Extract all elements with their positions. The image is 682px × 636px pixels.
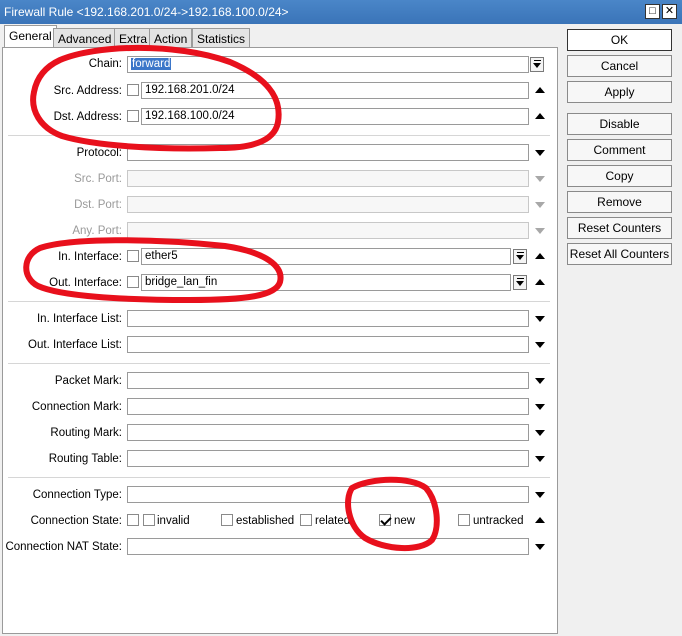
title-bar[interactable]: Firewall Rule <192.168.201.0/24->192.168… xyxy=(0,0,682,24)
state-related-checkbox[interactable] xyxy=(300,514,312,526)
dst-address-negate-checkbox[interactable] xyxy=(127,110,139,122)
comment-button[interactable]: Comment xyxy=(567,139,672,161)
out-interface-negate-checkbox[interactable] xyxy=(127,276,139,288)
connection-type-expand-icon[interactable] xyxy=(535,492,545,498)
tab-general[interactable]: General xyxy=(4,25,57,49)
src-port-expand-icon xyxy=(535,176,545,182)
protocol-field[interactable] xyxy=(127,144,529,161)
protocol-label: Protocol: xyxy=(76,147,122,159)
window-title: Firewall Rule <192.168.201.0/24->192.168… xyxy=(4,5,289,19)
in-interface-label: In. Interface: xyxy=(58,251,122,263)
state-new-label: new xyxy=(394,515,416,527)
dst-address-label: Dst. Address: xyxy=(53,111,122,123)
separator xyxy=(8,363,550,364)
packet-mark-field[interactable] xyxy=(127,372,529,389)
tab-advanced[interactable]: Advanced xyxy=(53,28,117,48)
firewall-rule-window: Firewall Rule <192.168.201.0/24->192.168… xyxy=(0,0,682,636)
state-new-checkbox[interactable] xyxy=(379,514,391,526)
tab-statistics[interactable]: Statistics xyxy=(192,28,251,48)
state-invalid-label: invalid xyxy=(157,515,190,527)
in-interface-dropdown-button[interactable] xyxy=(513,249,527,264)
state-untracked-label: untracked xyxy=(473,515,524,527)
state-invalid-checkbox[interactable] xyxy=(143,514,155,526)
connection-nat-state-label: Connection NAT State: xyxy=(5,541,122,553)
disable-button[interactable]: Disable xyxy=(567,113,672,135)
in-interface-list-expand-icon[interactable] xyxy=(535,316,545,322)
close-icon[interactable]: ✕ xyxy=(662,4,677,19)
chain-value: forward xyxy=(131,58,172,70)
tab-extra[interactable]: Extra xyxy=(114,28,153,48)
any-port-field xyxy=(127,222,529,239)
src-address-negate-checkbox[interactable] xyxy=(127,84,139,96)
src-address-collapse-icon[interactable] xyxy=(535,87,545,93)
connection-mark-expand-icon[interactable] xyxy=(535,404,545,410)
dst-address-collapse-icon[interactable] xyxy=(535,113,545,119)
packet-mark-label: Packet Mark: xyxy=(54,375,122,387)
tab-bar: General Advanced Extra Action Statistics xyxy=(0,24,560,49)
out-interface-dropdown-button[interactable] xyxy=(513,275,527,290)
routing-table-label: Routing Table: xyxy=(48,453,122,465)
packet-mark-expand-icon[interactable] xyxy=(535,378,545,384)
connection-type-field[interactable] xyxy=(127,486,529,503)
out-interface-collapse-icon[interactable] xyxy=(535,279,545,285)
in-interface-list-label: In. Interface List: xyxy=(36,313,122,325)
protocol-expand-icon[interactable] xyxy=(535,150,545,156)
chain-label: Chain: xyxy=(88,58,122,70)
routing-mark-expand-icon[interactable] xyxy=(535,430,545,436)
in-interface-collapse-icon[interactable] xyxy=(535,253,545,259)
routing-mark-field[interactable] xyxy=(127,424,529,441)
in-interface-list-field[interactable] xyxy=(127,310,529,327)
reset-counters-button[interactable]: Reset Counters xyxy=(567,217,672,239)
chain-dropdown-button[interactable] xyxy=(530,57,544,72)
apply-button[interactable]: Apply xyxy=(567,81,672,103)
restore-icon[interactable]: □ xyxy=(645,4,660,19)
src-address-label: Src. Address: xyxy=(53,85,122,97)
connection-nat-state-expand-icon[interactable] xyxy=(535,544,545,550)
reset-all-counters-button[interactable]: Reset All Counters xyxy=(567,243,672,265)
chain-field[interactable]: forward xyxy=(127,56,529,73)
out-interface-field[interactable]: bridge_lan_fin xyxy=(141,274,511,291)
dst-port-field xyxy=(127,196,529,213)
out-interface-list-expand-icon[interactable] xyxy=(535,342,545,348)
state-established-label: established xyxy=(236,515,295,527)
dst-address-field[interactable]: 192.168.100.0/24 xyxy=(141,108,529,125)
state-established-checkbox[interactable] xyxy=(221,514,233,526)
dst-port-expand-icon xyxy=(535,202,545,208)
connection-mark-label: Connection Mark: xyxy=(31,401,122,413)
separator xyxy=(8,135,550,136)
connection-state-label: Connection State: xyxy=(30,515,122,527)
cancel-button[interactable]: Cancel xyxy=(567,55,672,77)
in-interface-field[interactable]: ether5 xyxy=(141,248,511,265)
routing-table-field[interactable] xyxy=(127,450,529,467)
connection-state-collapse-icon[interactable] xyxy=(535,517,545,523)
connection-mark-field[interactable] xyxy=(127,398,529,415)
connection-state-negate-checkbox[interactable] xyxy=(127,514,139,526)
in-interface-negate-checkbox[interactable] xyxy=(127,250,139,262)
state-related-label: related xyxy=(315,515,351,527)
routing-table-expand-icon[interactable] xyxy=(535,456,545,462)
any-port-expand-icon xyxy=(535,228,545,234)
connection-nat-state-field[interactable] xyxy=(127,538,529,555)
ok-button[interactable]: OK xyxy=(567,29,672,51)
remove-button[interactable]: Remove xyxy=(567,191,672,213)
out-interface-label: Out. Interface: xyxy=(49,277,122,289)
separator xyxy=(8,301,550,302)
separator xyxy=(8,477,550,478)
src-port-label: Src. Port: xyxy=(74,173,122,185)
out-interface-list-field[interactable] xyxy=(127,336,529,353)
src-address-field[interactable]: 192.168.201.0/24 xyxy=(141,82,529,99)
dst-port-label: Dst. Port: xyxy=(74,199,122,211)
copy-button[interactable]: Copy xyxy=(567,165,672,187)
src-port-field xyxy=(127,170,529,187)
out-interface-list-label: Out. Interface List: xyxy=(28,339,122,351)
state-untracked-checkbox[interactable] xyxy=(458,514,470,526)
tab-action[interactable]: Action xyxy=(149,28,193,48)
any-port-label: Any. Port: xyxy=(72,225,122,237)
routing-mark-label: Routing Mark: xyxy=(50,427,122,439)
connection-type-label: Connection Type: xyxy=(32,489,122,501)
